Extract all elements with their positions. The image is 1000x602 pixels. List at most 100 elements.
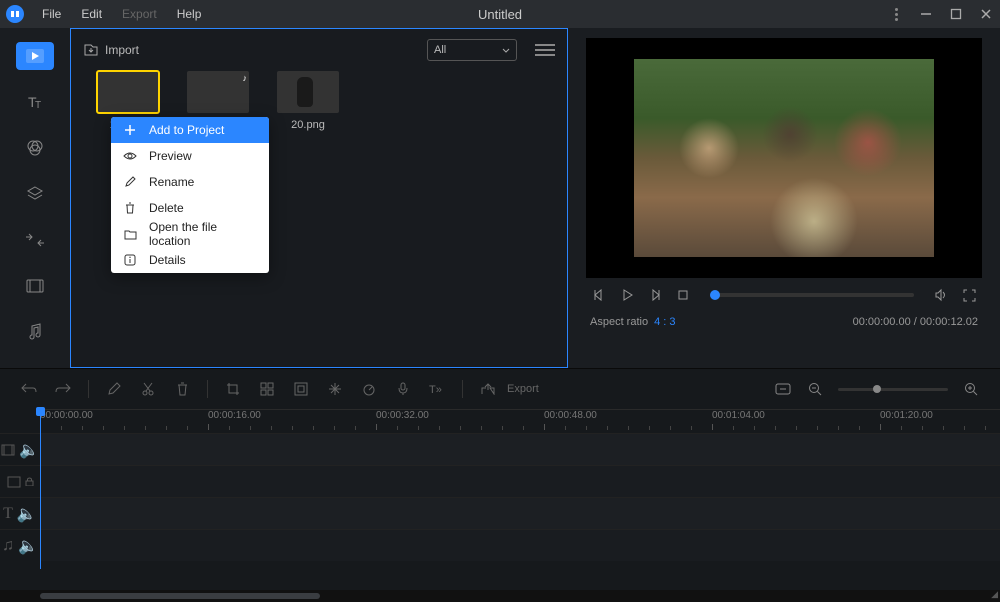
zoom-in-button[interactable] <box>962 380 980 398</box>
cut-button[interactable] <box>139 380 157 398</box>
text-track-icon: T <box>3 505 13 523</box>
speaker-icon: 🔈 <box>18 536 38 556</box>
tab-elements[interactable] <box>16 272 54 300</box>
chevron-down-icon <box>502 48 510 53</box>
audio-track-icon: ♫ <box>2 537 14 555</box>
media-item[interactable]: 20.png <box>277 71 339 131</box>
timecode: 00:00:00.00 / 00:00:12.02 <box>853 316 978 328</box>
next-frame-button[interactable] <box>646 286 664 304</box>
track-video[interactable]: 🔈 <box>0 433 1000 465</box>
media-panel: Import All 198843 ♪ 20.png <box>70 28 568 368</box>
video-track-icon <box>1 444 15 456</box>
ctx-label: Preview <box>149 149 192 163</box>
lock-icon <box>25 477 34 486</box>
pencil-icon <box>123 175 137 189</box>
aspect-value[interactable]: 4 : 3 <box>654 316 675 328</box>
track-audio[interactable]: ♫🔈 <box>0 529 1000 561</box>
ctx-rename[interactable]: Rename <box>111 169 269 195</box>
plus-icon <box>123 123 137 137</box>
ctx-add-to-project[interactable]: Add to Project <box>111 117 269 143</box>
speed-button[interactable] <box>360 380 378 398</box>
ctx-label: Rename <box>149 175 194 189</box>
zoom-out-button[interactable] <box>806 380 824 398</box>
voiceover-button[interactable] <box>394 380 412 398</box>
speaker-icon: 🔈 <box>17 504 37 524</box>
aspect-label: Aspect ratio <box>590 316 648 328</box>
app-logo <box>6 5 24 23</box>
filter-value: All <box>434 44 446 56</box>
maximize-button[interactable] <box>948 6 964 22</box>
menu-file[interactable]: File <box>32 7 71 21</box>
ctx-open-location[interactable]: Open the file location <box>111 221 269 247</box>
crop-button[interactable] <box>224 380 242 398</box>
preview-viewport <box>586 38 982 278</box>
menu-help[interactable]: Help <box>167 7 212 21</box>
volume-button[interactable] <box>932 286 950 304</box>
fit-button[interactable] <box>774 380 792 398</box>
minimize-button[interactable] <box>918 6 934 22</box>
track-pip[interactable] <box>0 465 1000 497</box>
play-button[interactable] <box>618 286 636 304</box>
ctx-details[interactable]: Details <box>111 247 269 273</box>
info-icon <box>123 253 137 267</box>
timeline: T» Export 00:00:00.00 00:00:16.00 00:00:32… <box>0 368 1000 602</box>
speaker-icon: 🔈 <box>19 440 39 460</box>
trash-icon <box>123 201 137 215</box>
svg-text:T»: T» <box>429 384 442 396</box>
freeze-button[interactable] <box>326 380 344 398</box>
tab-transitions[interactable] <box>16 226 54 254</box>
menu-export[interactable]: Export <box>112 7 167 21</box>
ctx-label: Delete <box>149 201 184 215</box>
import-button[interactable]: Import <box>83 43 139 57</box>
svg-text:T: T <box>35 100 41 111</box>
scrollbar-thumb[interactable] <box>40 593 320 599</box>
track-text[interactable]: T🔈 <box>0 497 1000 529</box>
timeline-ruler[interactable]: 00:00:00.00 00:00:16.00 00:00:32.00 00:00:4… <box>40 409 1000 433</box>
edit-button[interactable] <box>105 380 123 398</box>
ctx-label: Open the file location <box>149 220 257 248</box>
tab-media[interactable] <box>16 42 54 70</box>
fullscreen-button[interactable] <box>960 286 978 304</box>
preview-frame <box>634 59 934 257</box>
ruler-mark: 00:01:04.00 <box>712 410 765 421</box>
filter-dropdown[interactable]: All <box>427 39 517 61</box>
timeline-scrollbar[interactable]: ◢ <box>0 590 1000 602</box>
ctx-delete[interactable]: Delete <box>111 195 269 221</box>
resize-grip[interactable]: ◢ <box>991 589 998 600</box>
media-caption: 20.png <box>277 119 339 131</box>
tab-overlays[interactable] <box>16 180 54 208</box>
preview-scrubber[interactable] <box>710 293 914 297</box>
pip-track-icon <box>7 476 21 488</box>
scrubber-handle[interactable] <box>710 290 720 300</box>
zoom-button[interactable] <box>292 380 310 398</box>
more-icon[interactable] <box>895 8 898 21</box>
delete-button[interactable] <box>173 380 191 398</box>
export-label: Export <box>507 383 539 395</box>
ruler-mark: 00:00:16.00 <box>208 410 261 421</box>
text-to-speech-button[interactable]: T» <box>428 380 446 398</box>
preview-panel: Aspect ratio 4 : 3 00:00:00.00 / 00:00:1… <box>568 28 1000 368</box>
undo-button[interactable] <box>20 380 38 398</box>
playhead[interactable] <box>40 409 41 569</box>
prev-frame-button[interactable] <box>590 286 608 304</box>
menu-edit[interactable]: Edit <box>71 7 112 21</box>
tab-filters[interactable] <box>16 134 54 162</box>
ruler-mark: 00:00:00.00 <box>40 410 93 421</box>
tracks: 🔈 T🔈 ♫🔈 <box>0 433 1000 590</box>
zoom-handle[interactable] <box>873 385 881 393</box>
mosaic-button[interactable] <box>258 380 276 398</box>
list-view-button[interactable] <box>535 40 555 60</box>
ctx-preview[interactable]: Preview <box>111 143 269 169</box>
stop-button[interactable] <box>674 286 692 304</box>
tab-text[interactable]: TT <box>16 88 54 116</box>
thumbnail-image: ♪ <box>187 71 249 113</box>
ruler-mark: 00:00:48.00 <box>544 410 597 421</box>
ctx-label: Add to Project <box>149 123 224 137</box>
zoom-slider[interactable] <box>838 388 948 391</box>
redo-button[interactable] <box>54 380 72 398</box>
close-button[interactable] <box>978 6 994 22</box>
tab-audio[interactable] <box>16 318 54 346</box>
export-button[interactable] <box>479 380 497 398</box>
menu-bar: File Edit Export Help Untitled <box>0 0 1000 28</box>
ruler-mark: 00:00:32.00 <box>376 410 429 421</box>
